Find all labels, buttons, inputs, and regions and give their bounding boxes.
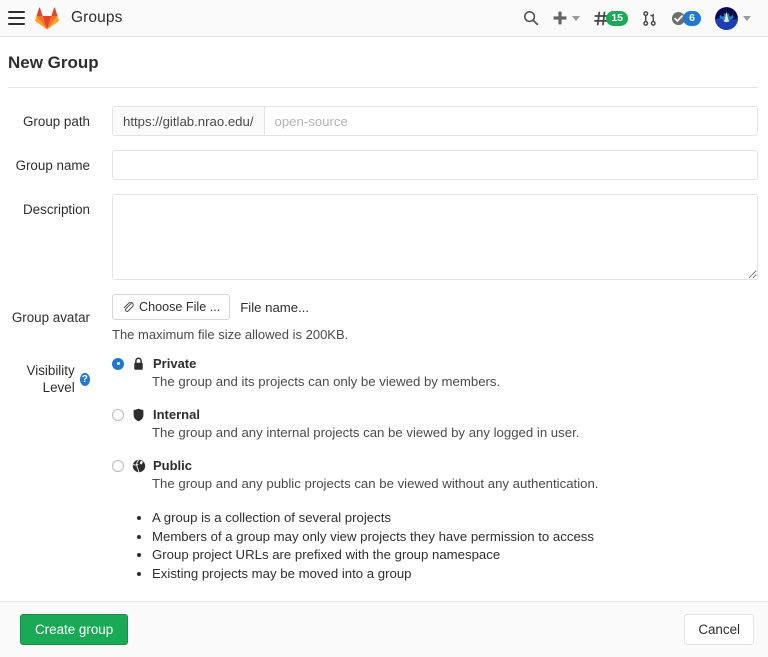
- shield-icon-svg: [132, 408, 145, 422]
- group-name-input[interactable]: [112, 150, 758, 180]
- visibility-private-desc: The group and its projects can only be v…: [152, 374, 758, 389]
- visibility-label-cell: Visibility Level ?: [8, 356, 112, 583]
- group-path-label: Group path: [8, 106, 112, 136]
- description-textarea[interactable]: [112, 194, 758, 280]
- globe-icon-svg: [132, 459, 146, 473]
- search-icon[interactable]: [516, 0, 546, 37]
- group-name-label: Group name: [8, 150, 112, 180]
- plus-icon: [553, 11, 567, 25]
- gitlab-tanuki-logo-svg: [35, 7, 59, 30]
- group-avatar-control: Choose File ... File name... The maximum…: [112, 294, 758, 342]
- file-name-text: File name...: [240, 300, 309, 315]
- visibility-label: Visibility Level: [8, 362, 75, 397]
- group-name-control: [112, 150, 758, 180]
- file-picker-line: Choose File ... File name...: [112, 294, 758, 320]
- globe-icon: [131, 458, 146, 473]
- radio-private[interactable]: [112, 358, 124, 370]
- list-item: Existing projects may be moved into a gr…: [152, 565, 758, 583]
- form-row-group-avatar: Group avatar Choose File ... File name..…: [8, 294, 758, 342]
- paperclip-icon: [122, 301, 134, 313]
- help-icon[interactable]: ?: [80, 373, 90, 386]
- visibility-private-name: Private: [153, 356, 196, 371]
- merge-requests-icon[interactable]: [635, 0, 664, 37]
- todos-counter[interactable]: 6: [664, 0, 708, 37]
- create-group-button[interactable]: Create group: [20, 614, 128, 645]
- page-header: New Group: [0, 37, 768, 87]
- navbar-left: Groups: [6, 7, 122, 30]
- choose-file-label: Choose File ...: [139, 300, 220, 314]
- list-item: A group is a collection of several proje…: [152, 509, 758, 527]
- hamburger-menu-icon[interactable]: [6, 11, 25, 26]
- description-label: Description: [8, 194, 112, 280]
- chevron-down-icon: [743, 16, 751, 21]
- lock-icon: [131, 356, 146, 371]
- todos-badge: 6: [683, 11, 701, 26]
- visibility-option-internal[interactable]: Internal The group and any internal proj…: [112, 407, 758, 440]
- form-row-group-name: Group name: [8, 150, 758, 180]
- form-row-group-path: Group path https://gitlab.nrao.edu/: [8, 106, 758, 136]
- new-group-form: Group path https://gitlab.nrao.edu/ Grou…: [0, 88, 768, 583]
- group-notes-list: A group is a collection of several proje…: [130, 509, 758, 582]
- form-row-description: Description: [8, 194, 758, 280]
- issues-badge: 15: [606, 11, 628, 26]
- visibility-option-private[interactable]: Private The group and its projects can o…: [112, 356, 758, 389]
- issues-counter[interactable]: 15: [587, 0, 635, 37]
- user-menu[interactable]: [708, 0, 758, 37]
- radio-internal[interactable]: [112, 409, 124, 421]
- form-action-bar: Create group Cancel: [0, 601, 768, 657]
- group-path-input[interactable]: [265, 107, 758, 135]
- description-control: [112, 194, 758, 280]
- visibility-public-desc: The group and any public projects can be…: [152, 476, 758, 491]
- visibility-internal-head: Internal: [112, 407, 758, 422]
- visibility-internal-desc: The group and any internal projects can …: [152, 425, 758, 440]
- visibility-options: Private The group and its projects can o…: [112, 356, 758, 583]
- radio-public[interactable]: [112, 460, 124, 472]
- group-avatar-label: Group avatar: [8, 294, 112, 342]
- lock-icon-svg: [132, 357, 145, 371]
- list-item: Members of a group may only view project…: [152, 528, 758, 546]
- navbar-title: Groups: [71, 9, 122, 27]
- chevron-down-icon: [572, 16, 580, 21]
- page-title: New Group: [8, 53, 758, 73]
- visibility-internal-name: Internal: [153, 407, 200, 422]
- cancel-button[interactable]: Cancel: [684, 614, 754, 645]
- group-path-control: https://gitlab.nrao.edu/: [112, 106, 758, 136]
- visibility-public-name: Public: [153, 458, 192, 473]
- top-navbar: Groups 15: [0, 0, 768, 37]
- new-dropdown-button[interactable]: [546, 0, 587, 37]
- navbar-right: 15 6: [516, 0, 758, 37]
- avatar-image: [715, 7, 738, 30]
- group-path-input-group: https://gitlab.nrao.edu/: [112, 106, 758, 136]
- search-icon-svg: [523, 10, 539, 26]
- merge-request-icon-svg: [642, 11, 657, 26]
- choose-file-button[interactable]: Choose File ...: [112, 294, 230, 320]
- form-row-visibility: Visibility Level ? Private The grou: [8, 356, 758, 583]
- visibility-option-public[interactable]: Public The group and any public projects…: [112, 458, 758, 491]
- visibility-private-head: Private: [112, 356, 758, 371]
- group-path-prefix: https://gitlab.nrao.edu/: [113, 107, 265, 135]
- group-avatar-help-text: The maximum file size allowed is 200KB.: [112, 327, 758, 342]
- avatar: [715, 7, 738, 30]
- list-item: Group project URLs are prefixed with the…: [152, 546, 758, 564]
- gitlab-tanuki-logo-icon[interactable]: [35, 7, 59, 30]
- shield-icon: [131, 407, 146, 422]
- visibility-public-head: Public: [112, 458, 758, 473]
